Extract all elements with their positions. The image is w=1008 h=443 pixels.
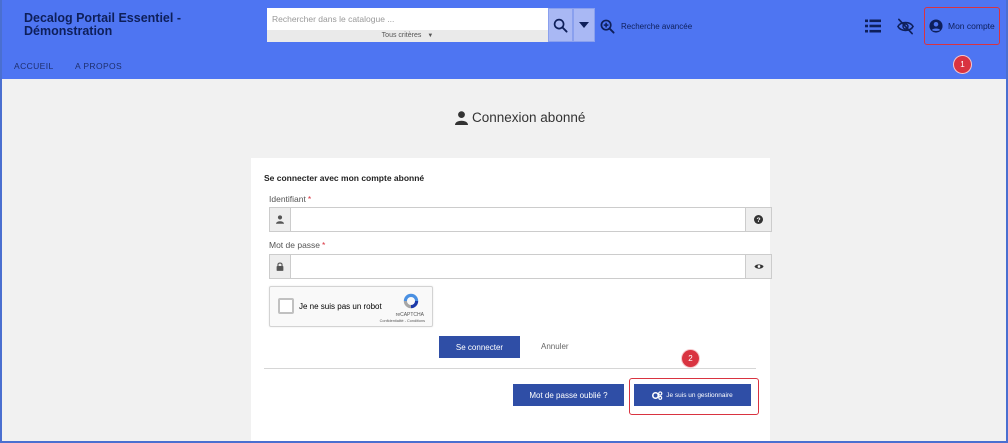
user-icon xyxy=(455,110,468,125)
identifier-label-text: Identifiant xyxy=(269,194,306,204)
search-input[interactable] xyxy=(267,8,548,30)
identifier-field: ? xyxy=(269,207,772,232)
recaptcha-checkbox[interactable] xyxy=(278,298,294,314)
recaptcha-brand: reCAPTCHA xyxy=(395,312,424,318)
caret-down-icon: ▼ xyxy=(427,33,434,39)
card-heading: Se connecter avec mon compte abonné xyxy=(264,173,425,183)
required-mark: * xyxy=(307,194,312,204)
show-password-button[interactable] xyxy=(745,255,771,278)
user-circle-icon xyxy=(929,19,943,33)
recaptcha-links[interactable]: Confidentialité - Conditions xyxy=(380,319,425,323)
search-box: Tous critères ▼ xyxy=(267,8,548,42)
lock-icon xyxy=(276,262,284,271)
site-title[interactable]: Decalog Portail Essentiel - Démonstratio… xyxy=(24,12,224,38)
required-mark: * xyxy=(322,240,326,250)
gears-icon xyxy=(652,390,663,400)
page-title-text: Connexion abonné xyxy=(472,110,586,125)
manager-login-button[interactable]: Je suis un gestionnaire xyxy=(634,384,751,406)
annotation-badge-2: 2 xyxy=(682,350,699,367)
identifier-label: Identifiant * xyxy=(269,194,311,204)
form-divider xyxy=(264,368,756,369)
login-submit-button[interactable]: Se connecter xyxy=(439,336,520,358)
identifier-input[interactable] xyxy=(292,208,746,231)
advanced-search-link[interactable]: Recherche avancée xyxy=(600,16,692,36)
my-account-label: Mon compte xyxy=(948,21,995,31)
manager-login-label: Je suis un gestionnaire xyxy=(666,391,733,399)
search-criteria-label: Tous critères xyxy=(381,32,422,39)
question-circle-icon: ? xyxy=(754,215,763,224)
search-options-dropdown[interactable] xyxy=(573,8,595,42)
search-icon xyxy=(553,18,568,33)
svg-text:?: ? xyxy=(756,217,760,224)
identifier-addon xyxy=(270,208,291,231)
accessibility-toggle-button[interactable] xyxy=(895,16,915,36)
list-view-button[interactable] xyxy=(864,17,882,35)
nav-item-accueil[interactable]: ACCUEIL xyxy=(14,61,54,71)
annotation-badge-1: 1 xyxy=(954,56,971,73)
caret-down-icon xyxy=(579,22,589,28)
user-icon xyxy=(276,215,284,224)
zoom-in-icon xyxy=(600,19,615,34)
password-field xyxy=(269,254,772,279)
eye-icon xyxy=(753,264,764,269)
recaptcha-widget: Je ne suis pas un robot reCAPTCHA Confid… xyxy=(269,286,433,327)
password-label-text: Mot de passe xyxy=(269,240,321,250)
recaptcha-logo-icon xyxy=(403,293,419,309)
my-account-button[interactable]: Mon compte xyxy=(924,7,1000,45)
search-criteria-select[interactable]: Tous critères ▼ xyxy=(267,30,548,42)
identifier-help-button[interactable]: ? xyxy=(745,208,771,231)
cancel-link[interactable]: Annuler xyxy=(541,342,569,351)
recaptcha-label: Je ne suis pas un robot xyxy=(299,302,382,311)
list-icon xyxy=(865,19,881,33)
forgot-password-button[interactable]: Mot de passe oublié ? xyxy=(513,384,624,406)
advanced-search-label: Recherche avancée xyxy=(621,21,693,31)
eye-slash-icon xyxy=(896,18,914,34)
password-label: Mot de passe * xyxy=(269,240,325,250)
password-addon xyxy=(270,255,291,278)
nav-item-a-propos[interactable]: A PROPOS xyxy=(75,61,122,71)
page-title: Connexion abonné xyxy=(455,110,585,125)
password-input[interactable] xyxy=(292,255,746,278)
search-button[interactable] xyxy=(548,8,573,42)
manager-login-content: Je suis un gestionnaire xyxy=(652,390,733,400)
